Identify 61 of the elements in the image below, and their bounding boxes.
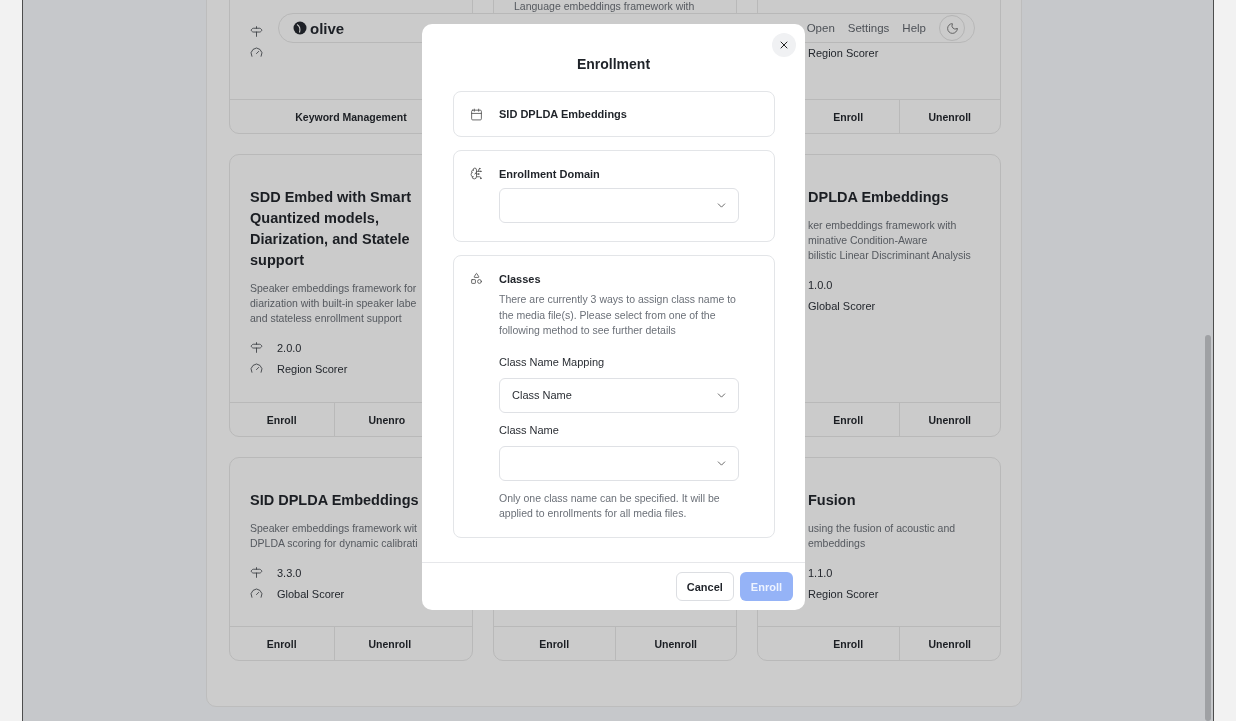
unenroll-button[interactable]: Unenroll <box>898 403 1000 436</box>
plugin-description: Speaker embeddings framework for diarization with built-in speaker labe and stateless enrollment support <box>250 281 418 326</box>
section-description: There are currently 3 ways to assign class name to the media file(s). Please select from one of the following method to see further details <box>499 292 737 338</box>
scrollbar-thumb[interactable] <box>1205 335 1211 721</box>
version-text: 1.0.0 <box>808 278 833 291</box>
select-field[interactable] <box>499 188 739 223</box>
close-button[interactable] <box>772 33 796 57</box>
plugin-title: DPLDA Embeddings <box>808 188 950 207</box>
plugin-name: SID DPLDA Embeddings <box>499 108 627 120</box>
signpost-icon <box>250 566 263 579</box>
plugin-description: Speaker embeddings framework wit DPLDA scoring for dynamic calibrati <box>250 521 419 551</box>
nav-link[interactable]: Help <box>902 22 926 34</box>
section-title: Enrollment Domain <box>499 167 601 181</box>
plugin-title: SDD Embed with Smart Quantized models, Diarization, and Statele support <box>250 188 413 270</box>
brain-icon <box>470 167 483 180</box>
unenroll-button[interactable]: Unenroll <box>333 627 472 660</box>
theme-toggle-button[interactable] <box>939 15 965 41</box>
unenroll-button[interactable]: Unenroll <box>898 627 1000 660</box>
scorer-text: Global Scorer <box>808 299 876 312</box>
gauge-icon <box>250 362 263 375</box>
scorer-text: Region Scorer <box>808 587 879 600</box>
version-text: 3.3.0 <box>277 566 302 579</box>
select-field[interactable] <box>499 445 739 481</box>
unenroll-button[interactable]: Unenroll <box>614 627 736 660</box>
plugin-description: Language embeddings framework with <box>514 0 696 12</box>
select-field[interactable]: Class Name <box>499 377 739 413</box>
cancel-button[interactable]: Cancel <box>675 572 734 601</box>
enroll-button[interactable]: Enroll <box>230 627 334 660</box>
scorer-text: Global Scorer <box>277 587 345 600</box>
plugin-title: Fusion <box>808 491 857 510</box>
nav-link[interactable]: Settings <box>847 22 890 34</box>
gauge-icon <box>250 587 263 600</box>
section-title: Classes <box>499 272 542 286</box>
nav-link[interactable]: Open <box>806 22 835 34</box>
plugin-description: ker embeddings framework with minative Condition-Aware bilistic Linear Discriminant Analysis <box>808 218 972 263</box>
field-label: Class Name Mapping <box>499 354 606 369</box>
close-icon <box>778 39 790 51</box>
unenroll-button[interactable]: Unenroll <box>898 100 1000 133</box>
signpost-icon <box>250 341 263 354</box>
logo-icon <box>293 21 307 35</box>
dialog-title: Enrollment <box>575 56 652 72</box>
gauge-icon <box>250 46 263 59</box>
enroll-button[interactable]: Enroll <box>230 403 334 436</box>
scorer-text: Region Scorer <box>808 46 879 59</box>
moon-icon <box>945 21 959 35</box>
enroll-button[interactable]: Enroll <box>758 627 899 660</box>
version-text: 1.1.0 <box>808 566 833 579</box>
version-text: 2.0.0 <box>277 341 302 354</box>
signpost-icon <box>250 25 263 38</box>
shapes-icon <box>470 272 483 285</box>
scorer-text: Region Scorer <box>277 362 348 375</box>
calendar-icon <box>470 107 483 121</box>
plugin-description: using the fusion of acoustic and embeddings <box>808 521 957 551</box>
plugin-title: SID DPLDA Embeddings <box>250 491 420 510</box>
enroll-button[interactable]: Enroll <box>758 403 899 436</box>
enroll-button[interactable]: Enroll <box>758 100 899 133</box>
logo-text: olive <box>310 19 345 37</box>
field-label: Class Name <box>499 422 560 437</box>
manage-button[interactable]: Keyword Management <box>230 100 472 133</box>
enroll-button[interactable]: Enroll <box>494 627 615 660</box>
field-hint: Only one class name can be specified. It will be applied to enrollments for all media files. <box>499 490 721 521</box>
